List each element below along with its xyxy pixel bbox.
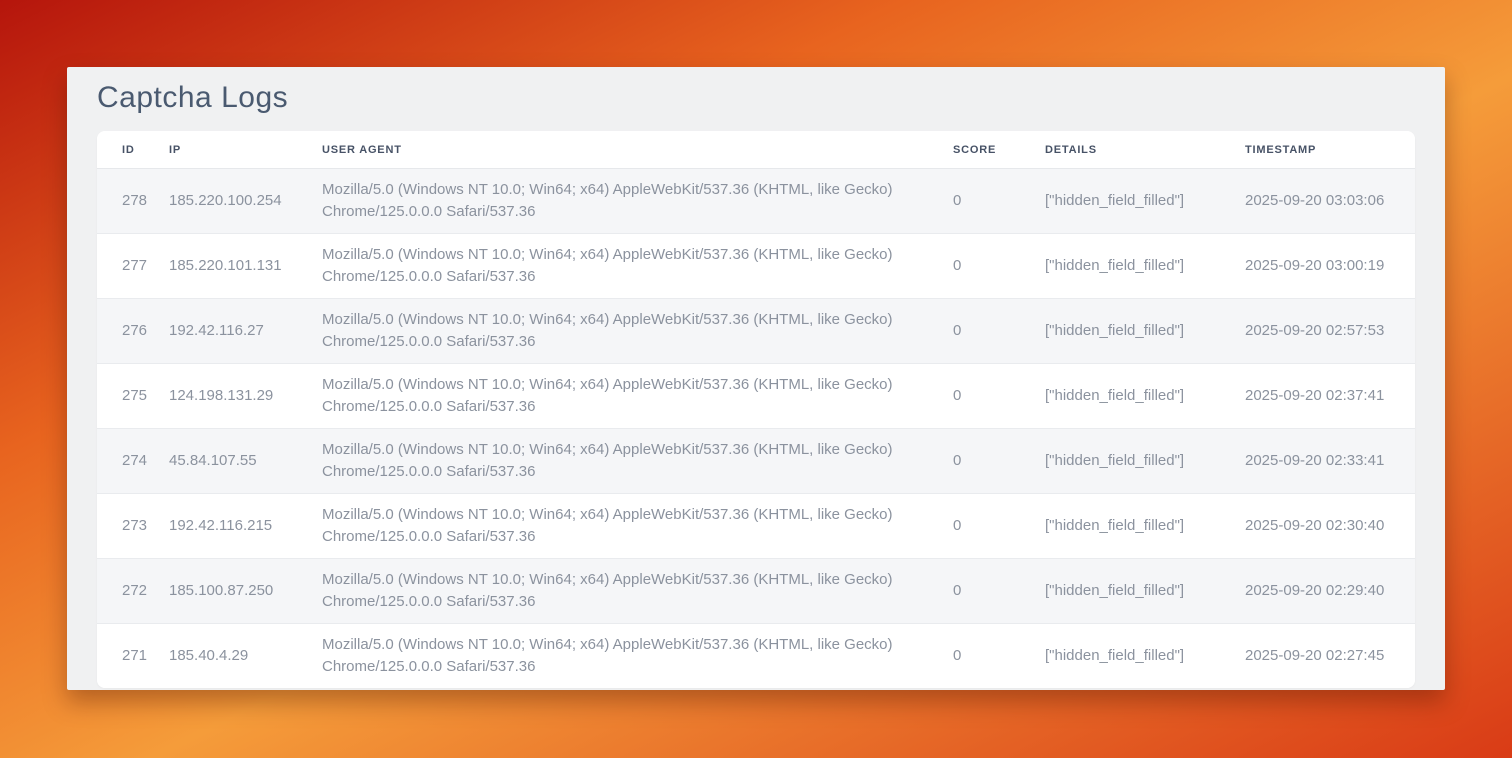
cell-id: 271 bbox=[97, 624, 169, 688]
column-header-user-agent: USER AGENT bbox=[322, 131, 953, 169]
column-header-details: DETAILS bbox=[1045, 131, 1245, 169]
table-row: 271185.40.4.29Mozilla/5.0 (Windows NT 10… bbox=[97, 624, 1415, 688]
column-header-id: ID bbox=[97, 131, 169, 169]
cell-timestamp: 2025-09-20 02:37:41 bbox=[1245, 364, 1415, 429]
cell-score: 0 bbox=[953, 234, 1045, 299]
table-row: 27445.84.107.55Mozilla/5.0 (Windows NT 1… bbox=[97, 429, 1415, 494]
cell-user-agent: Mozilla/5.0 (Windows NT 10.0; Win64; x64… bbox=[322, 429, 953, 494]
cell-user-agent: Mozilla/5.0 (Windows NT 10.0; Win64; x64… bbox=[322, 169, 953, 234]
table-row: 276192.42.116.27Mozilla/5.0 (Windows NT … bbox=[97, 299, 1415, 364]
table-header-row: ID IP USER AGENT SCORE DETAILS TIMESTAMP bbox=[97, 131, 1415, 169]
cell-timestamp: 2025-09-20 03:00:19 bbox=[1245, 234, 1415, 299]
cell-id: 272 bbox=[97, 559, 169, 624]
cell-id: 275 bbox=[97, 364, 169, 429]
table-row: 277185.220.101.131Mozilla/5.0 (Windows N… bbox=[97, 234, 1415, 299]
cell-details: ["hidden_field_filled"] bbox=[1045, 299, 1245, 364]
cell-ip: 192.42.116.27 bbox=[169, 299, 322, 364]
column-header-score: SCORE bbox=[953, 131, 1045, 169]
cell-id: 274 bbox=[97, 429, 169, 494]
page-title: Captcha Logs bbox=[97, 81, 1415, 115]
cell-ip: 185.40.4.29 bbox=[169, 624, 322, 688]
cell-details: ["hidden_field_filled"] bbox=[1045, 559, 1245, 624]
cell-timestamp: 2025-09-20 02:30:40 bbox=[1245, 494, 1415, 559]
cell-score: 0 bbox=[953, 364, 1045, 429]
column-header-ip: IP bbox=[169, 131, 322, 169]
captcha-logs-card: Captcha Logs ID IP USER AGENT SCORE DETA… bbox=[67, 67, 1445, 690]
cell-score: 0 bbox=[953, 494, 1045, 559]
cell-score: 0 bbox=[953, 559, 1045, 624]
cell-id: 278 bbox=[97, 169, 169, 234]
column-header-timestamp: TIMESTAMP bbox=[1245, 131, 1415, 169]
cell-ip: 192.42.116.215 bbox=[169, 494, 322, 559]
cell-user-agent: Mozilla/5.0 (Windows NT 10.0; Win64; x64… bbox=[322, 624, 953, 688]
cell-ip: 185.100.87.250 bbox=[169, 559, 322, 624]
table-row: 278185.220.100.254Mozilla/5.0 (Windows N… bbox=[97, 169, 1415, 234]
cell-id: 276 bbox=[97, 299, 169, 364]
cell-user-agent: Mozilla/5.0 (Windows NT 10.0; Win64; x64… bbox=[322, 559, 953, 624]
cell-timestamp: 2025-09-20 02:57:53 bbox=[1245, 299, 1415, 364]
cell-details: ["hidden_field_filled"] bbox=[1045, 169, 1245, 234]
table-row: 275124.198.131.29Mozilla/5.0 (Windows NT… bbox=[97, 364, 1415, 429]
cell-ip: 185.220.101.131 bbox=[169, 234, 322, 299]
table-row: 273192.42.116.215Mozilla/5.0 (Windows NT… bbox=[97, 494, 1415, 559]
cell-id: 273 bbox=[97, 494, 169, 559]
page-background: { "page": { "title": "Captcha Logs" }, "… bbox=[0, 0, 1512, 758]
cell-details: ["hidden_field_filled"] bbox=[1045, 429, 1245, 494]
cell-user-agent: Mozilla/5.0 (Windows NT 10.0; Win64; x64… bbox=[322, 234, 953, 299]
cell-user-agent: Mozilla/5.0 (Windows NT 10.0; Win64; x64… bbox=[322, 364, 953, 429]
cell-score: 0 bbox=[953, 169, 1045, 234]
cell-ip: 185.220.100.254 bbox=[169, 169, 322, 234]
captcha-logs-table: ID IP USER AGENT SCORE DETAILS TIMESTAMP… bbox=[97, 131, 1415, 688]
cell-user-agent: Mozilla/5.0 (Windows NT 10.0; Win64; x64… bbox=[322, 494, 953, 559]
cell-id: 277 bbox=[97, 234, 169, 299]
cell-ip: 124.198.131.29 bbox=[169, 364, 322, 429]
cell-details: ["hidden_field_filled"] bbox=[1045, 494, 1245, 559]
cell-details: ["hidden_field_filled"] bbox=[1045, 624, 1245, 688]
table-body: 278185.220.100.254Mozilla/5.0 (Windows N… bbox=[97, 169, 1415, 688]
cell-user-agent: Mozilla/5.0 (Windows NT 10.0; Win64; x64… bbox=[322, 299, 953, 364]
cell-details: ["hidden_field_filled"] bbox=[1045, 234, 1245, 299]
cell-ip: 45.84.107.55 bbox=[169, 429, 322, 494]
cell-score: 0 bbox=[953, 299, 1045, 364]
cell-timestamp: 2025-09-20 02:29:40 bbox=[1245, 559, 1415, 624]
cell-score: 0 bbox=[953, 429, 1045, 494]
cell-timestamp: 2025-09-20 02:33:41 bbox=[1245, 429, 1415, 494]
table-row: 272185.100.87.250Mozilla/5.0 (Windows NT… bbox=[97, 559, 1415, 624]
cell-timestamp: 2025-09-20 02:27:45 bbox=[1245, 624, 1415, 688]
cell-timestamp: 2025-09-20 03:03:06 bbox=[1245, 169, 1415, 234]
cell-details: ["hidden_field_filled"] bbox=[1045, 364, 1245, 429]
cell-score: 0 bbox=[953, 624, 1045, 688]
